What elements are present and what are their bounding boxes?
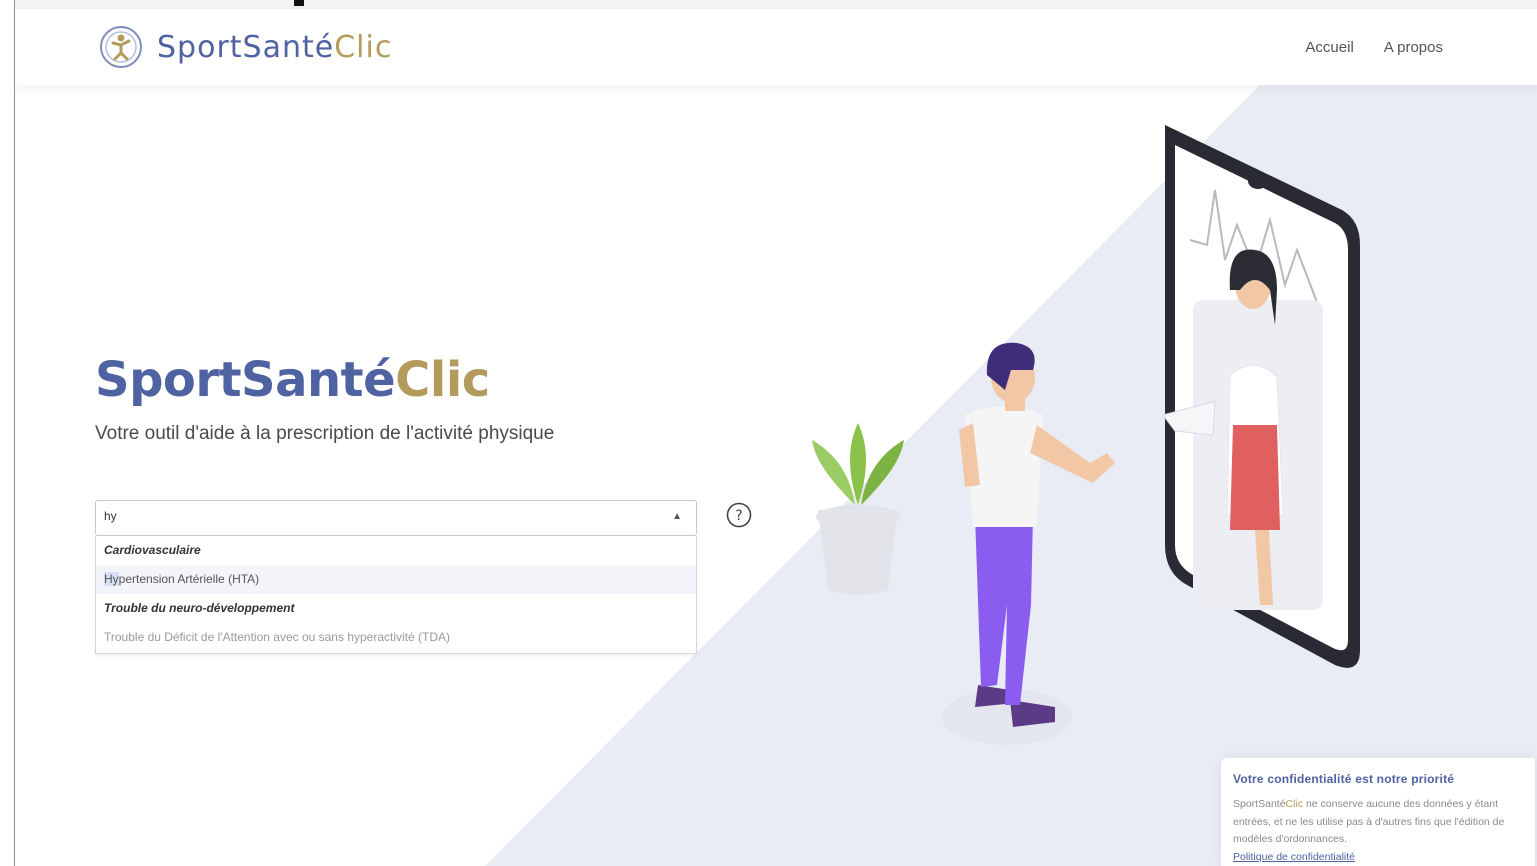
window-left-frame: [0, 0, 15, 866]
dropdown-group-neuro: Trouble du neuro-développement: [104, 601, 295, 615]
privacy-brand-part1: SportSanté: [1233, 798, 1286, 810]
pathology-search-select[interactable]: ▲: [95, 500, 697, 536]
search-dropdown: Cardiovasculaire Hypertension Artérielle…: [95, 536, 697, 654]
brand-name: SportSantéClic: [157, 30, 392, 65]
dropdown-option-hta[interactable]: Hypertension Artérielle (HTA): [96, 565, 696, 594]
hero-illustration: [485, 85, 1537, 866]
nav-link-a-propos[interactable]: A propos: [1384, 39, 1443, 56]
brand-name-part2: Clic: [334, 29, 393, 65]
privacy-notice: Votre confidentialité est notre priorité…: [1221, 758, 1535, 866]
brand-logo-icon: [100, 26, 142, 68]
dropdown-option-tda[interactable]: Trouble du Déficit de l'Attention avec o…: [96, 623, 696, 652]
dropdown-group-cardiovasculaire: Cardiovasculaire: [104, 543, 201, 557]
option-rest: pertension Artérielle (HTA): [118, 572, 260, 586]
caret-up-icon[interactable]: ▲: [672, 511, 682, 522]
nav-link-accueil[interactable]: Accueil: [1305, 39, 1353, 56]
svg-text:?: ?: [735, 508, 742, 524]
privacy-policy-link[interactable]: Politique de confidentialité: [1233, 851, 1355, 863]
window-top-strip: [14, 0, 1537, 9]
hero-title-part2: Clic: [395, 352, 490, 408]
brand-name-part1: SportSanté: [157, 29, 335, 65]
hero-title-part1: SportSanté: [95, 352, 396, 408]
cursor-mark: [294, 0, 304, 6]
top-navbar: SportSantéClic Accueil A propos: [15, 9, 1537, 85]
hero-subtitle: Votre outil d'aide à la prescription de …: [95, 423, 555, 444]
brand[interactable]: SportSantéClic: [99, 25, 392, 69]
phone-illustration: [1162, 125, 1360, 668]
match-highlight: Hy: [104, 572, 119, 586]
pathology-search-input[interactable]: [104, 509, 644, 523]
hero-title: SportSantéClic: [95, 352, 490, 408]
privacy-text: SportSantéClic ne conserve aucune des do…: [1233, 796, 1525, 866]
nav-links: Accueil A propos: [1305, 39, 1443, 56]
privacy-title: Votre confidentialité est notre priorité: [1233, 772, 1455, 786]
privacy-brand-part2: Clic: [1285, 798, 1304, 810]
help-icon[interactable]: ?: [726, 502, 752, 528]
